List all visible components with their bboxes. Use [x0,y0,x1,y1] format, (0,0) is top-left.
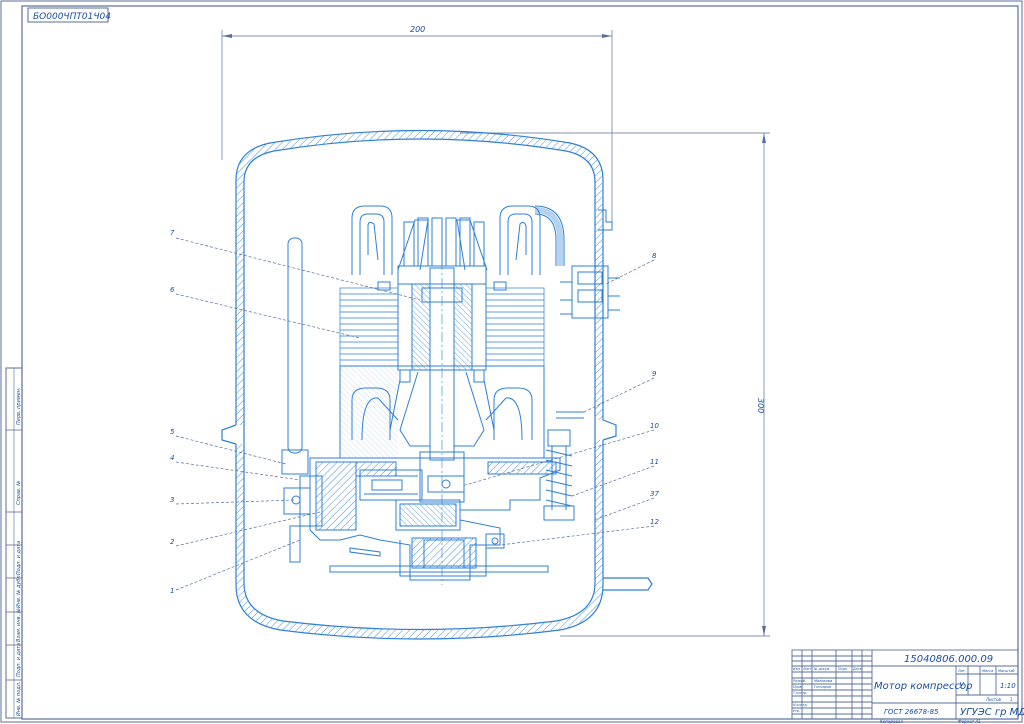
dimension-height: 300 [460,132,770,637]
drawing-title: Мотор компрессор [874,681,972,692]
side-stamp: Перв. примен. Справ. № Подп. и дата Инв.… [5,367,23,719]
role-utv: Утв. [793,709,800,713]
callout-2: 2 [170,538,175,546]
dimension-width: 200 [221,25,613,230]
callout-1: 1 [170,587,174,595]
role-nkontr: Н.контр. [793,703,808,707]
role-prov: Пров. [793,685,803,689]
doc-number: 15040806.000.09 [904,654,993,665]
leader-5 [175,435,287,465]
top-code-text: БО000ЧПТ01Ч04 [33,12,111,22]
dim-width-text: 200 [410,25,425,34]
stamp-label-2: Справ. № [16,481,22,505]
stamp-label-3: Подп. и дата [16,541,22,575]
callout-4: 4 [170,454,174,462]
leader-8 [605,259,655,285]
stator-left [339,287,399,367]
outer-frame [0,0,1023,723]
stamp-label-1: Перв. примен. [16,387,22,425]
stamp-label-6: Подп. и дата [16,643,22,677]
col-mass: Масса [982,669,993,673]
callout-3: 3 [170,496,174,504]
col-scale: Масштаб [998,669,1015,673]
sheet-label: Листов [985,697,1002,702]
hdr-list: Лист [802,667,811,671]
callout-7: 7 [170,229,175,237]
footer-right: Формат А1 [958,719,981,724]
callout-10: 10 [650,422,659,430]
callout-9: 9 [652,370,657,378]
dim-height-text: 300 [756,398,765,413]
callout-11: 11 [650,458,659,466]
leader-6 [175,293,361,339]
title-block-text: 15040806.000.09 Мотор компрессор ГОСТ 26… [793,654,1024,724]
drawing-sheet: БО000ЧПТ01Ч04 Перв. примен. Справ. № Под… [0,0,1024,724]
top-code-box: БО000ЧПТ01Ч04 [27,7,111,23]
role-razrab: Разраб. [793,679,806,683]
leader-12 [499,525,655,546]
hdr-sign: Подп. [838,667,848,671]
callout-8: 8 [652,252,657,260]
footer-left: Копировал [880,719,903,724]
inner-frame [21,5,1019,720]
name-1: Маликова [814,679,832,683]
name-2: Гончаров [814,685,831,689]
stamp-label-5: Взам. инв. № [16,608,22,642]
hdr-izm: Изм [793,667,800,671]
motor-assembly [339,205,545,585]
scale: 1:10 [1000,682,1016,690]
leader-7 [175,237,421,301]
organization: УГУЭС гр МД4 [960,707,1024,718]
col-lit: Лит. [957,669,966,673]
leader-11 [571,465,655,497]
hdr-doc: № докум. [813,667,830,671]
callout-12: 12 [650,518,659,526]
callout-6: 6 [170,286,175,294]
role-tkontr: Т.контр. [793,691,807,695]
stamp-label-4: Инв. № дубл. [16,574,22,608]
callout-5: 5 [170,428,175,436]
stator-right [485,287,545,367]
stamp-label-7: Инв. № подл. [16,682,22,717]
sheets-count: 1 [1010,697,1013,702]
callout-37: 37 [650,490,659,498]
standard: ГОСТ 26678-85 [884,708,939,716]
hdr-date: Дата [852,667,862,671]
